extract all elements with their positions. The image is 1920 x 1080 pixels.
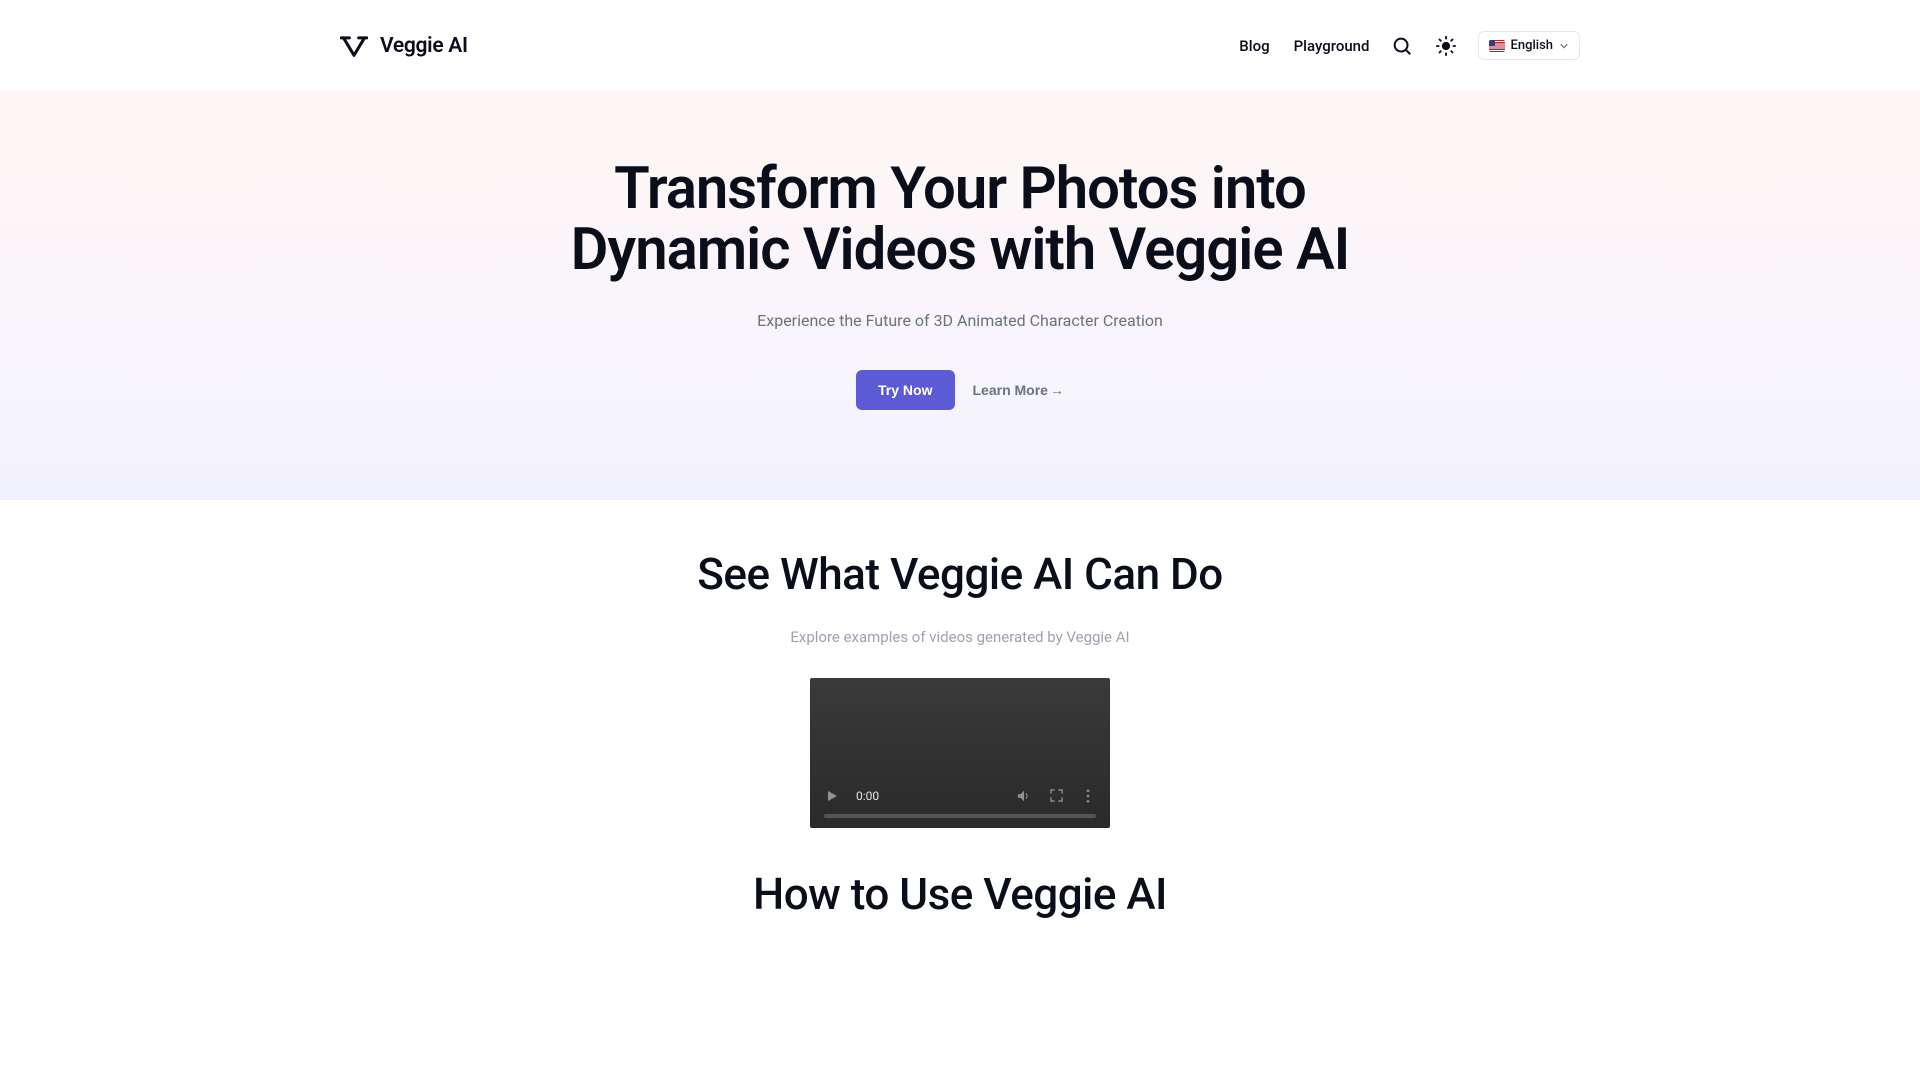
learn-more-label: Learn More: [973, 382, 1048, 398]
chevron-down-icon: [1559, 41, 1569, 51]
nav-links: Blog Playground: [1239, 37, 1369, 55]
examples-title: See What Veggie AI Can Do: [20, 548, 1900, 600]
flag-us-icon: [1489, 40, 1505, 52]
video-time: 0:00: [856, 789, 879, 803]
fullscreen-icon[interactable]: [1048, 788, 1064, 804]
nav-link-blog[interactable]: Blog: [1239, 37, 1269, 55]
more-icon[interactable]: [1080, 788, 1096, 804]
video-progress-bar[interactable]: [824, 814, 1096, 818]
try-now-button[interactable]: Try Now: [856, 370, 954, 410]
language-label: English: [1511, 38, 1554, 53]
howto-title: How to Use Veggie AI: [20, 868, 1900, 920]
howto-section: How to Use Veggie AI: [0, 828, 1920, 940]
arrow-right-icon: →: [1050, 382, 1064, 398]
volume-icon[interactable]: [1016, 788, 1032, 804]
video-controls: 0:00: [810, 778, 1110, 814]
brand[interactable]: Veggie AI: [340, 32, 468, 60]
nav-link-playground[interactable]: Playground: [1294, 37, 1370, 55]
hero-actions: Try Now Learn More →: [20, 370, 1900, 410]
examples-section: See What Veggie AI Can Do Explore exampl…: [0, 500, 1920, 828]
video-player[interactable]: 0:00: [810, 678, 1110, 828]
search-icon[interactable]: [1390, 34, 1414, 58]
hero-section: Transform Your Photos into Dynamic Video…: [0, 91, 1920, 500]
play-icon[interactable]: [824, 788, 840, 804]
examples-subtitle: Explore examples of videos generated by …: [20, 628, 1900, 646]
language-selector[interactable]: English: [1478, 31, 1581, 60]
nav-right: Blog Playground: [1239, 31, 1580, 60]
brand-logo-icon: [340, 32, 368, 60]
theme-toggle-icon[interactable]: [1434, 34, 1458, 58]
learn-more-button[interactable]: Learn More →: [973, 382, 1064, 398]
brand-name: Veggie AI: [380, 34, 468, 58]
hero-title: Transform Your Photos into Dynamic Video…: [550, 159, 1370, 281]
header: Veggie AI Blog Playground: [0, 0, 1920, 91]
hero-subtitle: Experience the Future of 3D Animated Cha…: [20, 311, 1900, 330]
